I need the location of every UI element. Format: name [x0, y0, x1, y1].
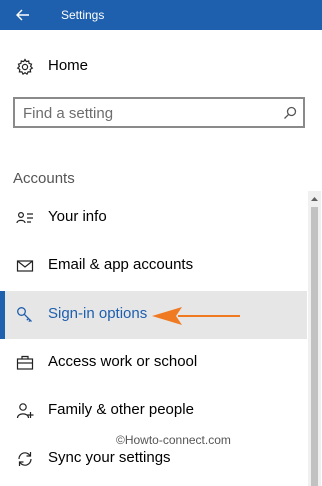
gear-icon	[16, 58, 34, 75]
caret-up-icon	[311, 197, 318, 201]
nav-item-family-other-people[interactable]: Family & other people	[0, 387, 307, 435]
scroll-up-button[interactable]	[308, 191, 321, 207]
scrollbar-thumb[interactable]	[311, 207, 318, 486]
person-add-icon	[16, 403, 34, 419]
nav-label: Family & other people	[48, 401, 194, 418]
section-header-accounts: Accounts	[13, 170, 75, 187]
scrollbar[interactable]	[308, 191, 321, 486]
nav-label: Access work or school	[48, 353, 198, 370]
nav-item-your-info[interactable]: Your info	[0, 194, 307, 242]
nav-item-email-app-accounts[interactable]: Email & app accounts	[0, 242, 307, 290]
home-label: Home	[48, 57, 89, 74]
sync-icon	[18, 452, 32, 466]
search-box[interactable]	[13, 97, 305, 128]
watermark: ©Howto-connect.com	[116, 433, 231, 447]
envelope-icon	[16, 260, 34, 272]
nav-label: Sync your settings	[48, 449, 171, 466]
arrow-left-icon	[16, 9, 29, 21]
app-title: Settings	[61, 8, 105, 22]
home-nav-item[interactable]: Home	[0, 48, 322, 86]
nav-label: Your info	[48, 208, 107, 225]
key-icon	[17, 307, 32, 323]
back-button[interactable]	[0, 0, 46, 30]
title-bar: Settings	[0, 0, 322, 30]
nav-item-access-work-school[interactable]: Access work or school	[0, 339, 307, 387]
person-card-icon	[16, 211, 33, 224]
search-input[interactable]	[23, 103, 273, 123]
selection-indicator	[0, 291, 5, 339]
annotation-arrow-icon	[152, 307, 240, 325]
briefcase-icon	[16, 355, 34, 370]
search-icon[interactable]	[283, 106, 297, 120]
nav-label: Email & app accounts	[48, 256, 194, 273]
nav-label: Sign-in options	[48, 305, 148, 322]
